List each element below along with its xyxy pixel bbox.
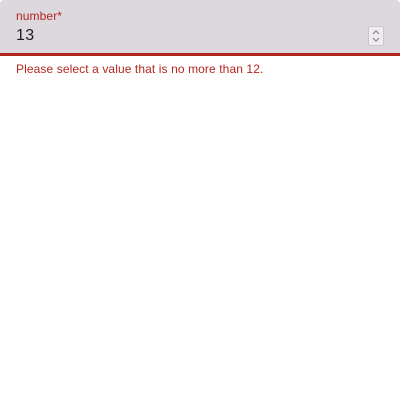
field-label: number* xyxy=(16,9,63,23)
chevron-down-icon[interactable] xyxy=(372,37,380,43)
page: number* 13 Please select a value that is… xyxy=(0,0,400,400)
error-message: Please select a value that is no more th… xyxy=(16,62,264,76)
number-field[interactable]: number* 13 xyxy=(0,0,400,56)
number-input[interactable]: 13 xyxy=(16,26,34,46)
field-underline xyxy=(0,53,400,56)
number-stepper[interactable] xyxy=(368,26,384,46)
chevron-up-icon[interactable] xyxy=(372,29,380,35)
